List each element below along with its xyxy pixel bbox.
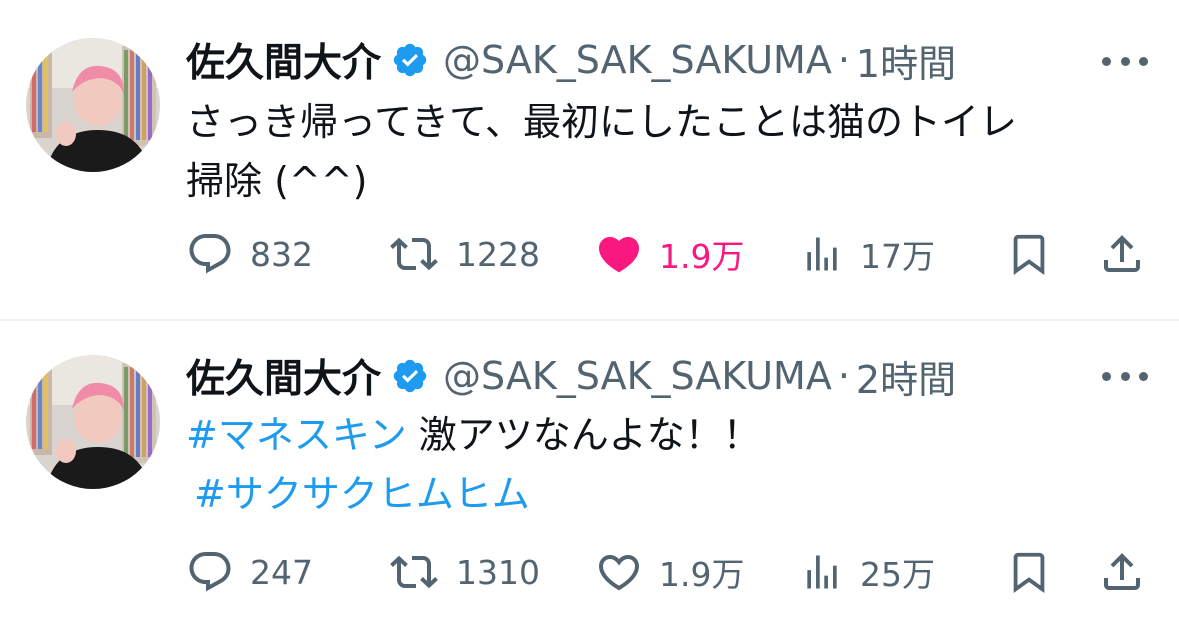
display-name[interactable]: 佐久間大介 [186, 348, 381, 404]
reply-icon [186, 230, 234, 278]
views-count: 25万 [860, 555, 935, 594]
views-count: 17万 [860, 237, 935, 276]
views-icon [800, 230, 844, 278]
share-button[interactable] [1098, 542, 1146, 602]
like-count: 1.9万 [659, 555, 745, 594]
share-icon [1098, 548, 1146, 596]
tweet-text: 激アツなんよな！！ [406, 413, 761, 457]
reply-count: 247 [250, 552, 313, 592]
display-name[interactable]: 佐久間大介 [186, 32, 381, 88]
retweet-count: 1228 [456, 234, 540, 274]
tweet-header: 佐久間大介 @SAK_SAK_SAKUMA · 2時間 [186, 348, 956, 404]
tweet[interactable]: 佐久間大介 @SAK_SAK_SAKUMA · 1時間 さっき帰ってきて、最初に… [0, 0, 1179, 320]
reply-button[interactable]: 247 [186, 542, 313, 602]
heart-filled-icon [595, 230, 643, 278]
more-options-icon[interactable] [1102, 369, 1148, 383]
retweet-count: 1310 [456, 552, 540, 592]
verified-badge-icon [391, 41, 429, 79]
action-bar: 247 1310 1.9万 25万 [0, 542, 1179, 602]
bookmark-button[interactable] [1006, 542, 1052, 602]
handle[interactable]: @SAK_SAK_SAKUMA [443, 354, 832, 398]
handle[interactable]: @SAK_SAK_SAKUMA [443, 38, 832, 82]
like-button[interactable]: 1.9万 [595, 224, 744, 284]
action-bar: 832 1228 1.9万 17万 [0, 224, 1179, 284]
views-button[interactable]: 25万 [800, 542, 935, 602]
tweet[interactable]: 佐久間大介 @SAK_SAK_SAKUMA · 2時間 #マネスキン 激アツなん… [0, 321, 1179, 630]
reply-icon [186, 548, 234, 596]
timestamp[interactable]: 2時間 [856, 349, 956, 404]
retweet-button[interactable]: 1228 [388, 224, 540, 284]
heart-outline-icon [595, 548, 643, 596]
separator: · [837, 354, 850, 398]
like-count: 1.9万 [659, 237, 745, 276]
reply-button[interactable]: 832 [186, 224, 313, 284]
like-button[interactable]: 1.9万 [595, 542, 744, 602]
hashtag-link[interactable]: #サクサクヒムヒム [194, 472, 530, 516]
separator: · [837, 38, 850, 82]
bookmark-button[interactable] [1006, 224, 1052, 284]
retweet-icon [388, 548, 440, 596]
more-options-icon[interactable] [1102, 54, 1148, 68]
tweet-text-line: #マネスキン 激アツなんよな！！ [186, 410, 761, 460]
reply-count: 832 [250, 234, 313, 274]
hashtag-link[interactable]: #マネスキン [186, 413, 407, 457]
tweet-text-line: 掃除 (^^) [186, 159, 368, 203]
bookmark-icon [1006, 228, 1052, 280]
tweet-header: 佐久間大介 @SAK_SAK_SAKUMA · 1時間 [186, 32, 956, 88]
retweet-icon [388, 230, 440, 278]
retweet-button[interactable]: 1310 [388, 542, 540, 602]
tweet-text-line: #サクサクヒムヒム [194, 469, 530, 519]
views-button[interactable]: 17万 [800, 224, 935, 284]
views-icon [800, 548, 844, 596]
tweet-text-line: さっき帰ってきて、最初にしたことは猫のトイレ [186, 100, 1018, 144]
share-button[interactable] [1098, 224, 1146, 284]
verified-badge-icon [391, 357, 429, 395]
avatar[interactable] [26, 38, 160, 172]
avatar[interactable] [26, 355, 160, 489]
share-icon [1098, 230, 1146, 278]
timestamp[interactable]: 1時間 [856, 33, 956, 88]
bookmark-icon [1006, 546, 1052, 598]
